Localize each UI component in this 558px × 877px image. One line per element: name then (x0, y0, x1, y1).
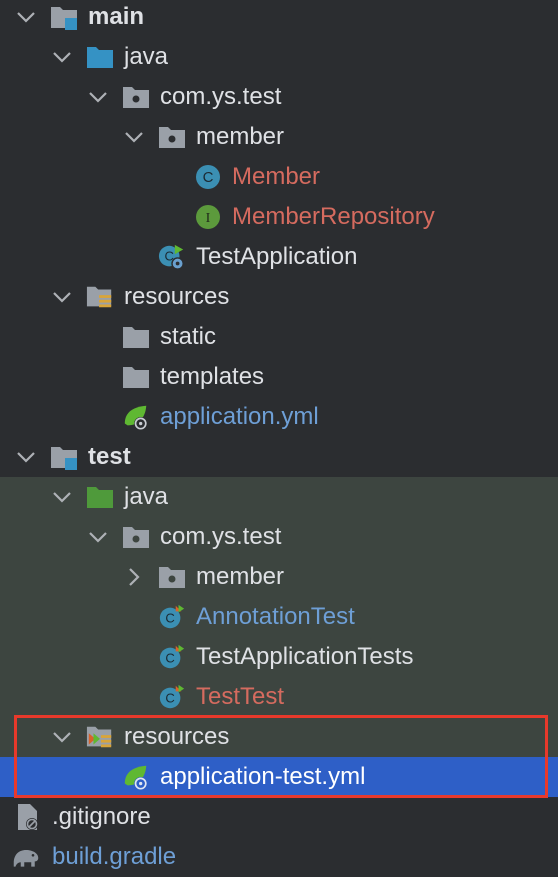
tree-label: templates (160, 363, 265, 390)
tree-label: member (196, 123, 285, 150)
gitignore-icon (14, 803, 42, 831)
interface-icon: I (194, 203, 222, 231)
tree-label: resources (124, 283, 230, 310)
chevron-right-icon[interactable] (122, 565, 146, 589)
tree-label: java (124, 483, 169, 510)
tree-label: application-test.yml (160, 763, 366, 790)
svg-text:I: I (206, 211, 211, 226)
tree-node-application-yml[interactable]: application.yml (0, 397, 558, 437)
module-folder-icon (50, 3, 78, 31)
package-icon (158, 563, 186, 591)
tree-label: Member (232, 163, 321, 190)
chevron-down-icon[interactable] (50, 285, 74, 309)
tree-node-test-test[interactable]: C TestTest (0, 677, 558, 717)
chevron-down-icon[interactable] (14, 5, 38, 29)
gradle-elephant-icon (12, 843, 40, 871)
tree-label: .gitignore (52, 803, 151, 830)
package-icon (158, 123, 186, 151)
tree-node-test-application-tests[interactable]: C TestApplicationTests (0, 637, 558, 677)
tree-node-main-package[interactable]: com.ys.test (0, 77, 558, 117)
tree-node-test-java[interactable]: java (0, 477, 558, 517)
tree-node-static[interactable]: static (0, 317, 558, 357)
tree-node-test-resources[interactable]: resources (0, 717, 558, 757)
spring-yml-icon (122, 403, 150, 431)
chevron-down-icon[interactable] (50, 725, 74, 749)
package-icon (122, 83, 150, 111)
module-folder-icon (50, 443, 78, 471)
chevron-down-icon[interactable] (86, 85, 110, 109)
tree-node-templates[interactable]: templates (0, 357, 558, 397)
test-class-icon: C (158, 603, 186, 631)
tree-label: TestApplication (196, 243, 358, 270)
tree-label: TestTest (196, 683, 285, 710)
tree-node-member-repository[interactable]: I MemberRepository (0, 197, 558, 237)
tree-label: com.ys.test (160, 523, 282, 550)
test-source-folder-icon (86, 483, 114, 511)
tree-node-test-package[interactable]: com.ys.test (0, 517, 558, 557)
svg-text:C: C (165, 611, 174, 626)
tree-label: application.yml (160, 403, 319, 430)
chevron-down-icon[interactable] (14, 445, 38, 469)
tree-node-build-gradle[interactable]: build.gradle (0, 837, 558, 877)
spring-boot-app-icon: C (158, 243, 186, 271)
tree-label: test (88, 443, 131, 470)
tree-node-application-test-yml[interactable]: application-test.yml (0, 757, 558, 797)
class-icon: C (194, 163, 222, 191)
tree-node-main[interactable]: main (0, 0, 558, 37)
tree-node-main-member[interactable]: member (0, 117, 558, 157)
tree-label: member (196, 563, 285, 590)
tree-node-member-class[interactable]: C Member (0, 157, 558, 197)
test-class-icon: C (158, 643, 186, 671)
svg-text:C: C (165, 691, 174, 706)
tree-node-test-application[interactable]: C TestApplication (0, 237, 558, 277)
tree-node-annotation-test[interactable]: C AnnotationTest (0, 597, 558, 637)
svg-text:C: C (165, 651, 174, 666)
svg-text:C: C (203, 169, 214, 186)
tree-node-main-resources[interactable]: resources (0, 277, 558, 317)
folder-icon (122, 323, 150, 351)
project-tree: main java com.ys.test member C Member I … (0, 0, 558, 874)
chevron-down-icon[interactable] (50, 45, 74, 69)
tree-label: com.ys.test (160, 83, 282, 110)
tree-node-main-java[interactable]: java (0, 37, 558, 77)
source-folder-icon (86, 43, 114, 71)
resources-folder-icon (86, 283, 114, 311)
chevron-down-icon[interactable] (122, 125, 146, 149)
tree-label: resources (124, 723, 230, 750)
tree-label: build.gradle (52, 843, 177, 870)
tree-node-test-member[interactable]: member (0, 557, 558, 597)
tree-label: AnnotationTest (196, 603, 355, 630)
package-icon (122, 523, 150, 551)
test-resources-folder-icon (86, 723, 114, 751)
tree-node-test[interactable]: test (0, 437, 558, 477)
tree-label: java (124, 43, 169, 70)
tree-label: MemberRepository (232, 203, 435, 230)
folder-icon (122, 363, 150, 391)
tree-label: TestApplicationTests (196, 643, 414, 670)
tree-node-gitignore[interactable]: .gitignore (0, 797, 558, 837)
spring-yml-icon (122, 763, 150, 791)
chevron-down-icon[interactable] (86, 525, 110, 549)
tree-label: main (88, 3, 145, 30)
test-class-icon: C (158, 683, 186, 711)
tree-label: static (160, 323, 217, 350)
chevron-down-icon[interactable] (50, 485, 74, 509)
